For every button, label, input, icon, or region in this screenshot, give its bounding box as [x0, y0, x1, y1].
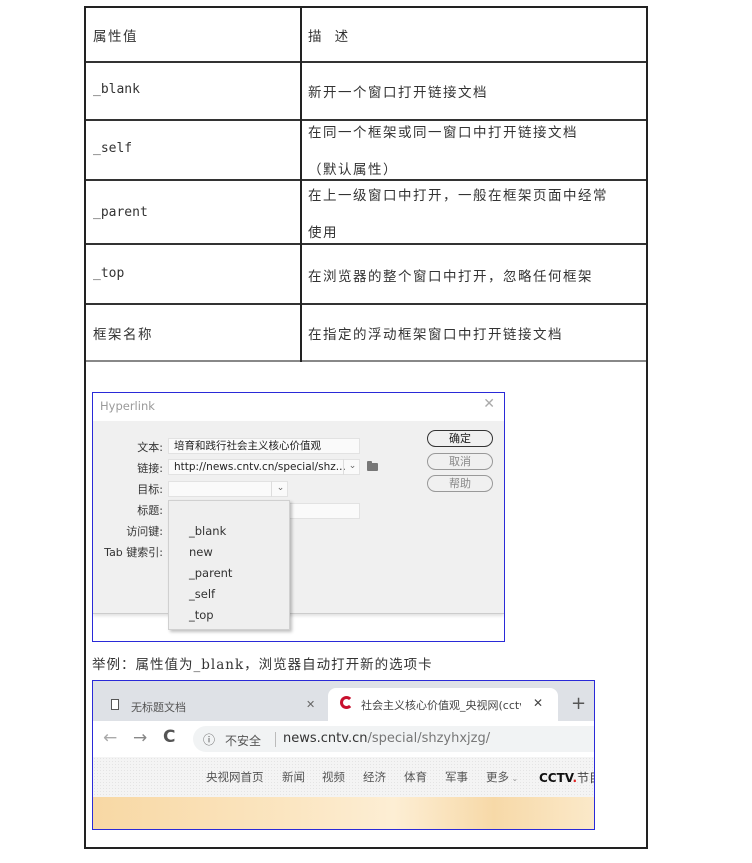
label-title: 标题:	[137, 504, 163, 517]
link-input[interactable]: http://news.cntv.cn/special/shz...	[168, 459, 360, 475]
hyperlink-dialog: Hyperlink ✕ 文本: 链接: 目标: 标题: 访问键: Tab 键索引…	[92, 392, 505, 642]
example-caption: 举例：属性值为_blank，浏览器自动打开新的选项卡	[92, 657, 433, 673]
tab-active-title: 社会主义核心价值观_央视网(cctv	[361, 699, 521, 712]
site-nav-item[interactable]: 视频	[322, 769, 345, 785]
row-divider	[86, 61, 646, 63]
help-button[interactable]: 帮助	[427, 475, 493, 492]
info-icon[interactable]: ⓘ	[203, 731, 215, 748]
site-nav-bar: 央视网首页 新闻 视频 经济 体育 军事 更多 ⌄ CCTV.节目	[93, 757, 594, 797]
reload-icon[interactable]: C	[163, 727, 175, 747]
browser-toolbar: ← → C ⓘ 不安全 news.cntv.cn/special/shzyhxj…	[93, 721, 594, 758]
browser-screenshot: 无标题文档 ✕ 社会主义核心价值观_央视网(cctv ✕ + ← → C ⓘ 不…	[92, 680, 595, 830]
address-divider	[275, 732, 276, 747]
table-row-desc: 使用	[308, 225, 338, 241]
table-row-value: _top	[93, 266, 125, 281]
target-option[interactable]: new	[189, 545, 213, 559]
folder-icon-tab	[367, 461, 372, 464]
dialog-title: Hyperlink	[100, 399, 155, 413]
target-option[interactable]: _self	[189, 587, 215, 601]
header-description: 描 述	[308, 29, 350, 45]
cctv-logo[interactable]: CCTV.节目	[539, 769, 594, 786]
chevron-down-icon: ⌄	[509, 774, 519, 783]
table-row-desc: 在指定的浮动框架窗口中打开链接文档	[308, 327, 563, 343]
table-row-value: _blank	[93, 82, 140, 97]
label-text: 文本:	[137, 441, 163, 454]
cctv-logo-tail: 节目	[577, 771, 594, 785]
table-row-desc: 在上一级窗口中打开，一般在框架页面中经常	[308, 188, 608, 204]
cctv-favicon-icon	[340, 696, 353, 709]
target-select[interactable]	[168, 481, 288, 497]
header-attribute-value: 属性值	[93, 29, 138, 45]
row-divider	[86, 360, 646, 362]
back-arrow-icon[interactable]: ←	[103, 728, 117, 748]
label-link: 链接:	[137, 462, 163, 475]
cctv-logo-text: CCTV	[539, 771, 573, 785]
column-divider	[300, 8, 302, 362]
target-chevron-down-icon[interactable]: ⌄	[271, 481, 289, 497]
site-nav-item-more[interactable]: 更多 ⌄	[486, 769, 518, 785]
row-divider	[86, 303, 646, 305]
site-nav-item[interactable]: 体育	[404, 769, 427, 785]
site-nav-item[interactable]: 军事	[445, 769, 468, 785]
site-nav-item[interactable]: 新闻	[282, 769, 305, 785]
dialog-titlebar: Hyperlink ✕	[93, 393, 504, 421]
tab-close-icon[interactable]: ✕	[306, 698, 315, 711]
table-row-desc: 在同一个框架或同一窗口中打开链接文档	[308, 125, 578, 141]
ok-button[interactable]: 确定	[427, 430, 493, 447]
tab-close-icon[interactable]: ✕	[533, 696, 543, 710]
target-option[interactable]: _blank	[189, 524, 226, 538]
site-nav-item[interactable]: 经济	[363, 769, 386, 785]
forward-arrow-icon[interactable]: →	[133, 728, 147, 748]
url-host: news.cntv.cn	[283, 731, 368, 746]
folder-icon[interactable]	[367, 463, 378, 471]
target-option[interactable]: _parent	[189, 566, 232, 580]
site-nav-item[interactable]: 央视网首页	[206, 769, 264, 785]
table-row-desc: 在浏览器的整个窗口中打开，忽略任何框架	[308, 269, 593, 285]
title-input[interactable]	[288, 503, 360, 519]
address-bar[interactable]: ⓘ 不安全 news.cntv.cn/special/shzyhxjzg/	[193, 726, 594, 752]
tab-strip: 无标题文档 ✕ 社会主义核心价值观_央视网(cctv ✕ +	[93, 681, 594, 721]
text-input[interactable]: 培育和践行社会主义核心价值观	[168, 438, 360, 454]
url-text: news.cntv.cn/special/shzyhxjzg/	[283, 731, 490, 746]
close-icon[interactable]: ✕	[483, 396, 495, 412]
document-icon	[111, 699, 119, 710]
tab-untitled-title[interactable]: 无标题文档	[131, 699, 186, 715]
site-banner	[93, 797, 594, 829]
label-tab-index: Tab 键索引:	[104, 546, 163, 559]
label-target: 目标:	[137, 483, 163, 496]
row-divider	[86, 243, 646, 245]
table-row-value: _self	[93, 141, 133, 156]
table-row-value: 框架名称	[93, 327, 153, 343]
security-label: 不安全	[225, 734, 262, 748]
new-tab-icon[interactable]: +	[571, 693, 586, 714]
table-row-desc: （默认属性）	[308, 162, 398, 178]
table-row-desc: 新开一个窗口打开链接文档	[308, 85, 488, 101]
link-dropdown-chevron-icon[interactable]: ⌄	[343, 459, 361, 475]
url-path: /special/shzyhxjzg/	[367, 731, 491, 746]
tab-active[interactable]: 社会主义核心价值观_央视网(cctv ✕	[328, 688, 558, 721]
target-dropdown-list: _blank new _parent _self _top	[168, 500, 290, 630]
target-option[interactable]: _top	[189, 608, 214, 622]
link-input-value: http://news.cntv.cn/special/shz...	[174, 461, 346, 473]
table-row-value: _parent	[93, 205, 148, 220]
row-divider	[86, 179, 646, 181]
label-access-key: 访问键:	[126, 525, 163, 538]
site-nav-more-label: 更多	[486, 770, 509, 784]
cancel-button[interactable]: 取消	[427, 453, 493, 470]
